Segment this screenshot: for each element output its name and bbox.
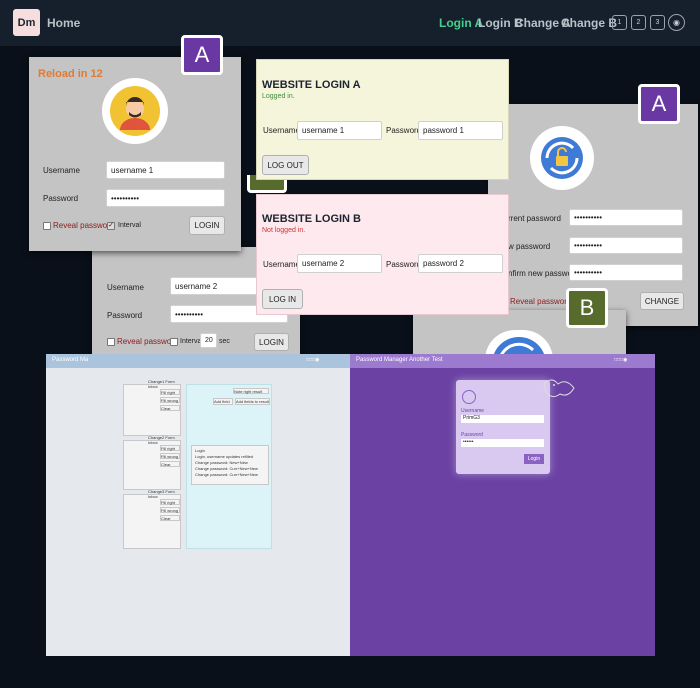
login-button-a[interactable]: LOGIN: [189, 216, 225, 235]
lock-refresh-icon: [530, 126, 594, 190]
note-right-button[interactable]: Note right result: [233, 388, 269, 394]
group3-header: Change3 Form Inbox: [148, 489, 175, 499]
change-button[interactable]: CHANGE: [640, 292, 684, 310]
change3-group: Change3 Form Inbox Fill right Fill wrong…: [123, 489, 181, 549]
mini-password-input[interactable]: ••••••: [461, 439, 544, 447]
website-login-b-title: WEBSITE LOGIN B: [262, 213, 361, 225]
clear-btn-3[interactable]: Clear: [160, 515, 180, 521]
badge-a-change: A: [638, 84, 680, 124]
login-button-b[interactable]: LOGIN: [254, 333, 289, 351]
mini-username-input[interactable]: PrimG3: [461, 415, 544, 423]
username-label-a: Username: [43, 166, 80, 175]
username-input-a[interactable]: username 1: [106, 161, 225, 179]
mini-login-button[interactable]: Login: [524, 454, 544, 464]
window-titlebar-right: Password Manager Another Test: [350, 354, 655, 368]
nav-change-b-link[interactable]: Change B: [561, 16, 617, 30]
mini-user-icon: [462, 390, 476, 404]
mini-username-label: Username: [461, 408, 485, 414]
change2-group: Change2 Form Inbox Fill right Fill wrong…: [123, 435, 181, 490]
user-avatar-icon: [102, 78, 168, 144]
check-item-5[interactable]: Change password: Curr+New+New: [195, 472, 258, 477]
interval-checkbox-a[interactable]: ✓: [107, 222, 115, 230]
login-a-status: Logged in.: [262, 93, 295, 100]
page-1-button[interactable]: 1: [612, 15, 627, 30]
brand-logo[interactable]: Dm: [13, 9, 40, 36]
password-manager-another-test-window: Password Manager Another Test □□□◉ Usern…: [350, 354, 655, 656]
password-manager-test-window: Password Ma □□□◉ Change1 Form Inbox Fill…: [46, 354, 350, 656]
check-item-4[interactable]: Change password: Curr+New+New: [195, 466, 258, 471]
interval-label-a: Interval: [118, 222, 141, 229]
add-fields-result-button[interactable]: Add fields to result: [235, 398, 270, 405]
mini-login-card: Username PrimG3 Password •••••• Login: [456, 380, 550, 474]
current-password-input[interactable]: ••••••••••: [569, 209, 683, 226]
password-label-a: Password: [43, 194, 79, 203]
confirm-password-input[interactable]: ••••••••••: [569, 264, 683, 281]
result-panel: Note right result Add field Add fields t…: [186, 384, 272, 549]
change1-group: Change1 Form Inbox Fill right Fill wrong…: [123, 379, 181, 436]
badge-a-login: A: [181, 35, 223, 75]
new-password-label: w password: [508, 242, 551, 251]
nav-login-a-link[interactable]: Login A: [439, 16, 483, 30]
site-a-password-label: Password: [386, 126, 422, 135]
clear-btn-2[interactable]: Clear: [160, 461, 180, 467]
site-b-username-label: Username: [263, 260, 300, 269]
window-title-left: Password Ma: [52, 357, 89, 363]
website-login-a-title: WEBSITE LOGIN A: [262, 79, 361, 91]
site-b-username-input[interactable]: username 2: [297, 254, 382, 273]
fill-right-btn-3[interactable]: Fill right: [160, 499, 180, 505]
mini-password-label: Password: [461, 432, 483, 438]
sec-label-b: sec: [219, 338, 230, 345]
mascot-sketch-icon: [542, 376, 576, 400]
reveal-checkbox-a[interactable]: [43, 222, 51, 230]
badge-b-change: B: [566, 288, 608, 328]
site-a-username-input[interactable]: username 1: [297, 121, 382, 140]
window-titlebar-left: Password Ma: [46, 354, 350, 368]
reload-countdown: Reload in 12: [38, 68, 103, 80]
checklist-box: Login Login, username updates refilled C…: [191, 445, 269, 485]
password-label-b: Password: [107, 311, 143, 320]
github-icon[interactable]: ◉: [668, 14, 685, 31]
window-title-right: Password Manager Another Test: [356, 357, 443, 363]
page-2-button[interactable]: 2: [631, 15, 646, 30]
password-input-a[interactable]: ••••••••••: [106, 189, 225, 207]
fill-wrong-btn-2[interactable]: Fill wrong: [160, 453, 180, 459]
fill-right-btn-1[interactable]: Fill right: [160, 389, 180, 395]
fill-wrong-btn-1[interactable]: Fill wrong: [160, 397, 180, 403]
current-password-label: rrent password: [508, 214, 561, 223]
add-field-button[interactable]: Add field: [213, 398, 233, 405]
fill-wrong-btn-3[interactable]: Fill wrong: [160, 507, 180, 513]
group1-header: Change1 Form Inbox: [148, 379, 175, 389]
interval-checkbox-b[interactable]: [170, 338, 178, 346]
username-label-b: Username: [107, 283, 144, 292]
new-password-input[interactable]: ••••••••••: [569, 237, 683, 254]
reveal-checkbox-b[interactable]: [107, 338, 115, 346]
site-b-password-label: Password: [386, 260, 422, 269]
check-item-3[interactable]: Change password: New+New: [195, 460, 248, 465]
site-b-password-input[interactable]: password 2: [418, 254, 503, 273]
group2-header: Change2 Form Inbox: [148, 435, 175, 445]
check-item-1[interactable]: Login: [195, 448, 205, 453]
check-item-2[interactable]: Login, username updates refilled: [195, 454, 253, 459]
log-in-button[interactable]: LOG IN: [262, 289, 303, 309]
reveal-password-label[interactable]: Reveal password: [510, 297, 571, 306]
interval-input-b[interactable]: 20: [200, 333, 217, 348]
clear-btn-1[interactable]: Clear: [160, 405, 180, 411]
window-controls-left-icon[interactable]: □□□◉: [306, 357, 346, 365]
log-out-button[interactable]: LOG OUT: [262, 155, 309, 175]
login-b-status: Not logged in.: [262, 227, 306, 234]
reveal-label-a: Reveal password: [53, 221, 115, 230]
window-controls-right-icon[interactable]: □□□◉: [614, 357, 654, 365]
site-a-password-input[interactable]: password 1: [418, 121, 503, 140]
page-3-button[interactable]: 3: [650, 15, 665, 30]
nav-home-link[interactable]: Home: [47, 16, 80, 30]
fill-right-btn-2[interactable]: Fill right: [160, 445, 180, 451]
site-a-username-label: Username: [263, 126, 300, 135]
